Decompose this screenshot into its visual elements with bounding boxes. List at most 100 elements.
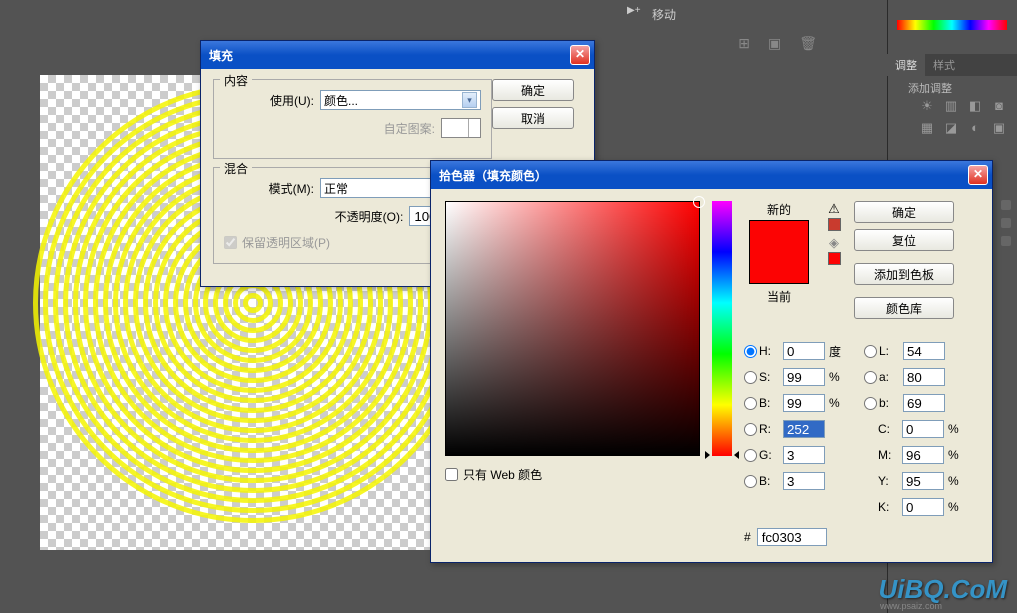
pattern-swatch: [441, 118, 481, 138]
color-spectrum[interactable]: [897, 20, 1007, 30]
chevron-down-icon: ▾: [462, 92, 477, 108]
l-input[interactable]: [903, 342, 945, 360]
c-input[interactable]: [902, 420, 944, 438]
gamut-warning-icon[interactable]: ⚠: [824, 201, 844, 217]
sv-marker: [693, 196, 705, 208]
bv-input[interactable]: [783, 394, 825, 412]
layout-icon[interactable]: ⊞: [738, 35, 750, 52]
s-unit: %: [829, 370, 844, 384]
l-label: L:: [879, 344, 899, 358]
add-adjustment-label: 添加调整: [908, 80, 952, 96]
b-input[interactable]: [783, 472, 825, 490]
lab-b-radio[interactable]: [864, 397, 877, 410]
tool-name: 移动: [652, 6, 676, 23]
use-label: 使用(U):: [224, 92, 314, 109]
fill-titlebar[interactable]: 填充 ✕: [201, 41, 594, 69]
s-radio[interactable]: [744, 371, 757, 384]
gamut-swatch[interactable]: [828, 218, 841, 231]
picker-titlebar[interactable]: 拾色器（填充颜色） ✕: [431, 161, 992, 189]
collapsed-panel-1[interactable]: [1001, 200, 1011, 210]
b-radio[interactable]: [744, 475, 757, 488]
mode-value: 正常: [324, 180, 348, 197]
r-input[interactable]: [783, 420, 825, 438]
tab-styles[interactable]: 样式: [925, 54, 963, 76]
fill-title: 填充: [205, 47, 570, 64]
websafe-swatch[interactable]: [828, 252, 841, 265]
picker-ok-button[interactable]: 确定: [854, 201, 954, 223]
bv-label: B:: [759, 396, 779, 410]
preserve-label: 保留透明区域(P): [242, 234, 330, 251]
preserve-transparency-checkbox: [224, 236, 237, 249]
use-select[interactable]: 颜色... ▾: [320, 90, 481, 110]
fill-ok-button[interactable]: 确定: [492, 79, 574, 101]
curves-icon[interactable]: ◧: [967, 98, 983, 114]
current-color-label: 当前: [744, 288, 814, 305]
exposure-icon[interactable]: ◙: [991, 98, 1007, 114]
web-only-label: 只有 Web 颜色: [463, 466, 542, 483]
y-label: Y:: [878, 474, 898, 488]
camera-icon[interactable]: ▣: [768, 35, 781, 52]
content-legend: 内容: [220, 72, 252, 89]
h-radio[interactable]: [744, 345, 757, 358]
lab-b-input[interactable]: [903, 394, 945, 412]
picker-reset-button[interactable]: 复位: [854, 229, 954, 251]
new-color-label: 新的: [744, 201, 814, 218]
watermark-url: www.psaiz.com: [880, 601, 942, 611]
tab-adjustments[interactable]: 调整: [887, 54, 925, 76]
l-radio[interactable]: [864, 345, 877, 358]
adjustment-icons: ☀ ▥ ◧ ◙ ▦ ◪ ◐ ▣: [897, 98, 1007, 142]
a-input[interactable]: [903, 368, 945, 386]
fill-cancel-button[interactable]: 取消: [492, 107, 574, 129]
hue-slider[interactable]: [712, 201, 732, 456]
bv-unit: %: [829, 396, 844, 410]
picker-close-button[interactable]: ✕: [968, 165, 988, 185]
s-label: S:: [759, 370, 779, 384]
collapsed-panel-2[interactable]: [1001, 218, 1011, 228]
move-tool-icon: ▶+: [627, 5, 641, 16]
y-input[interactable]: [902, 472, 944, 490]
hue-icon[interactable]: ◐: [967, 120, 983, 136]
mode-label: 模式(M):: [224, 180, 314, 197]
k-input[interactable]: [902, 498, 944, 516]
colormap-icon[interactable]: ▣: [991, 120, 1007, 136]
m-label: M:: [878, 448, 898, 462]
brightness-icon[interactable]: ☀: [919, 98, 935, 114]
opacity-label: 不透明度(O):: [313, 208, 403, 225]
r-radio[interactable]: [744, 423, 757, 436]
tab-utility-icons: ⊞ ▣ 🗑: [738, 35, 817, 52]
add-to-swatches-button[interactable]: 添加到色板: [854, 263, 954, 285]
m-input[interactable]: [902, 446, 944, 464]
g-radio[interactable]: [744, 449, 757, 462]
y-unit: %: [948, 474, 963, 488]
web-only-checkbox[interactable]: [445, 468, 458, 481]
panel-tabs: 调整 样式: [887, 54, 1017, 76]
hue-marker: [707, 451, 737, 459]
websafe-icon[interactable]: ◈: [824, 235, 844, 251]
use-value: 颜色...: [324, 92, 358, 109]
color-picker-dialog: 拾色器（填充颜色） ✕ 只有 Web 颜色 新的 当前 ⚠: [430, 160, 993, 563]
m-unit: %: [948, 448, 963, 462]
c-label: C:: [878, 422, 898, 436]
hex-label: #: [744, 530, 751, 544]
h-input[interactable]: [783, 342, 825, 360]
saturation-value-field[interactable]: [445, 201, 700, 456]
fill-close-button[interactable]: ✕: [570, 45, 590, 65]
color-preview[interactable]: [749, 220, 809, 284]
g-input[interactable]: [783, 446, 825, 464]
pattern-label: 自定图案:: [345, 120, 435, 137]
hex-input[interactable]: [757, 528, 827, 546]
a-label: a:: [879, 370, 899, 384]
r-label: R:: [759, 422, 779, 436]
collapsed-panel-3[interactable]: [1001, 236, 1011, 246]
h-unit: 度: [829, 343, 844, 360]
c-unit: %: [948, 422, 963, 436]
vibrance-icon[interactable]: ▦: [919, 120, 935, 136]
levels-icon[interactable]: ▥: [943, 98, 959, 114]
s-input[interactable]: [783, 368, 825, 386]
bv-radio[interactable]: [744, 397, 757, 410]
color-libraries-button[interactable]: 颜色库: [854, 297, 954, 319]
trash-icon[interactable]: 🗑: [799, 35, 817, 52]
a-radio[interactable]: [864, 371, 877, 384]
bw-icon[interactable]: ◪: [943, 120, 959, 136]
lab-b-label: b:: [879, 396, 899, 410]
